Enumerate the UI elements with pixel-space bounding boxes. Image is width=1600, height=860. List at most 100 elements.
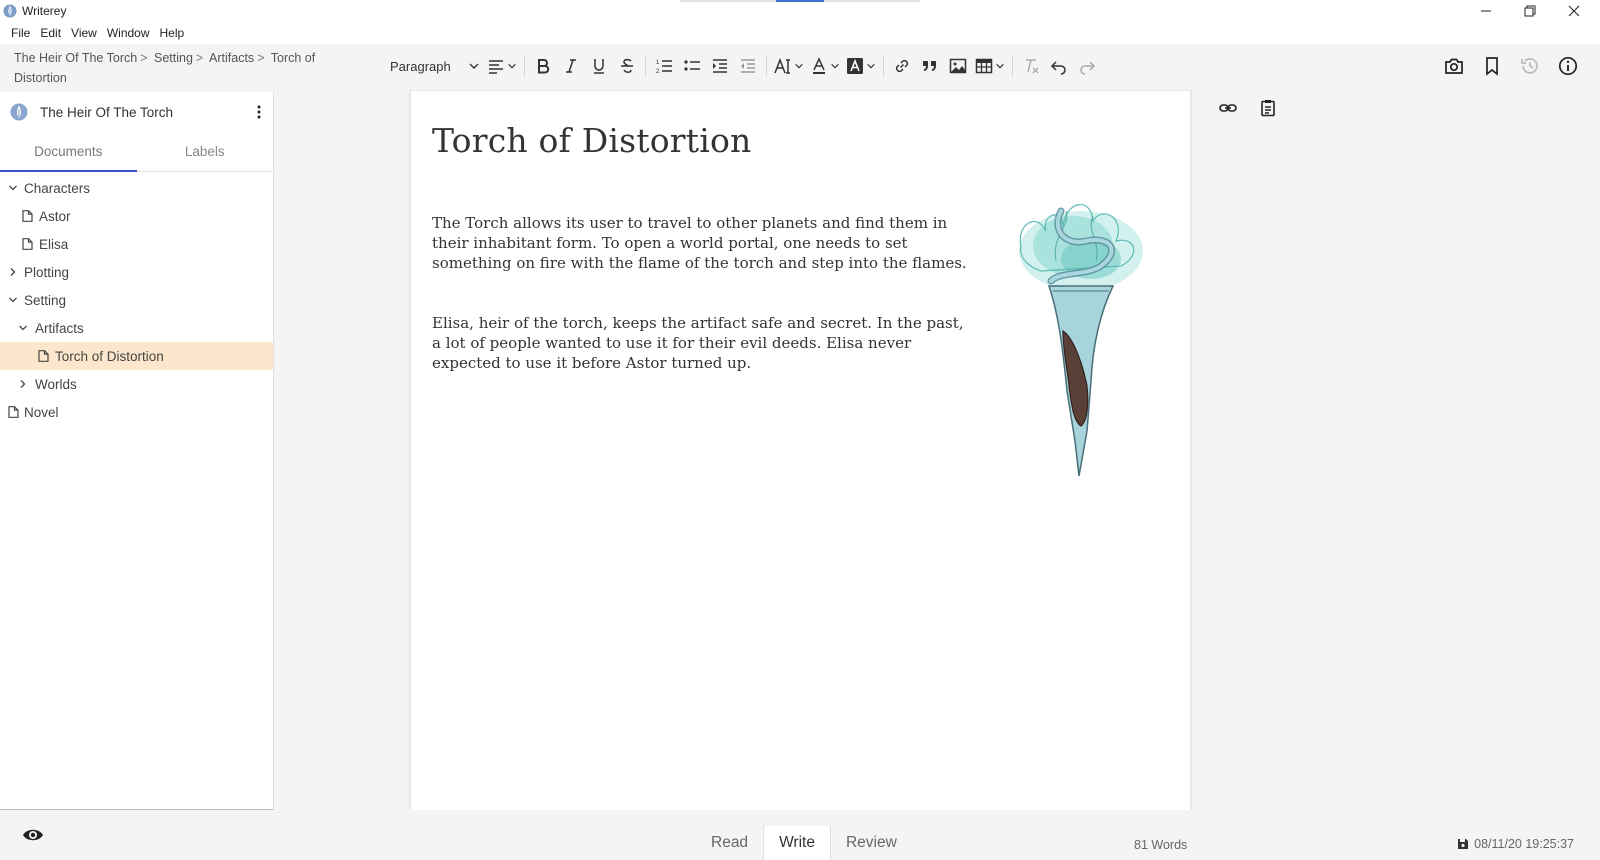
tree-item-label: Novel: [24, 404, 59, 420]
align-icon: [489, 60, 503, 74]
clear-format-icon: [1026, 59, 1039, 74]
app-logo-icon: [3, 4, 17, 18]
tab-labels[interactable]: Labels: [137, 132, 274, 171]
mode-tab-write[interactable]: Write: [763, 826, 831, 860]
menu-help[interactable]: Help: [155, 26, 190, 40]
link-icon: [895, 59, 909, 73]
image-icon: [949, 58, 967, 74]
header: The Heir Of The Torch > Setting > Artifact…: [0, 44, 1600, 90]
image-button[interactable]: [944, 52, 972, 80]
tree-item-label: Torch of Distortion: [55, 348, 164, 364]
project-menu-button[interactable]: [245, 98, 273, 126]
tree-folder-artifacts[interactable]: Artifacts: [0, 314, 273, 342]
chevron-down-icon: [831, 63, 839, 69]
tab-documents[interactable]: Documents: [0, 132, 137, 172]
menu-window[interactable]: Window: [102, 26, 155, 40]
close-icon: [1568, 5, 1580, 17]
bookmark-button[interactable]: [1478, 52, 1506, 80]
tree-doc-torch-of-distortion[interactable]: Torch of Distortion: [0, 342, 273, 370]
table-button[interactable]: [972, 52, 1008, 80]
tree-folder-plotting[interactable]: Plotting: [0, 258, 273, 286]
editor-page[interactable]: Torch of Distortion The Torch allows its…: [410, 90, 1191, 816]
history-button[interactable]: [1516, 52, 1544, 80]
strikethrough-button[interactable]: [613, 52, 641, 80]
saved-timestamp: 08/11/20 19:25:37: [1474, 837, 1574, 851]
breadcrumb: The Heir Of The Torch > Setting > Artifact…: [14, 48, 354, 88]
mode-tab-review[interactable]: Review: [831, 826, 912, 860]
chevron-right-icon[interactable]: [16, 377, 30, 391]
chevron-down-icon: [469, 63, 479, 69]
close-button[interactable]: [1552, 0, 1596, 22]
loading-strip: [680, 0, 920, 2]
link-icon: [1219, 104, 1237, 112]
breadcrumb-project[interactable]: The Heir Of The Torch: [14, 51, 137, 65]
minimize-button[interactable]: [1464, 0, 1508, 22]
font-color-button[interactable]: [807, 52, 843, 80]
outdent-button[interactable]: [734, 52, 762, 80]
tree-folder-worlds[interactable]: Worlds: [0, 370, 273, 398]
tree-folder-setting[interactable]: Setting: [0, 286, 273, 314]
paragraph-style-select[interactable]: Paragraph: [384, 52, 484, 80]
document-paragraph[interactable]: The Torch allows its user to travel to o…: [432, 213, 972, 273]
document-paragraph[interactable]: Elisa, heir of the torch, keeps the arti…: [432, 313, 972, 373]
indent-button[interactable]: [706, 52, 734, 80]
highlight-icon: [847, 58, 863, 74]
torch-illustration[interactable]: [1001, 191, 1161, 481]
breadcrumb-setting[interactable]: Setting: [154, 51, 193, 65]
tree-folder-characters[interactable]: Characters: [0, 174, 273, 202]
tree-doc-elisa[interactable]: Elisa: [0, 230, 273, 258]
bullet-list-button[interactable]: [678, 52, 706, 80]
chevron-down-icon[interactable]: [6, 181, 20, 195]
camera-icon: [1445, 58, 1463, 74]
menu-file[interactable]: File: [6, 26, 35, 40]
toolbar-divider: [766, 56, 767, 76]
editor-side-tools: [1214, 94, 1282, 122]
bullet-list-icon: [684, 60, 700, 71]
document-icon: [6, 405, 20, 419]
menu-edit[interactable]: Edit: [35, 26, 66, 40]
tree-doc-astor[interactable]: Astor: [0, 202, 273, 230]
notes-button[interactable]: [1254, 94, 1282, 122]
project-name: The Heir Of The Torch: [40, 104, 174, 120]
paragraph-style-value: Paragraph: [390, 58, 451, 74]
chevron-down-icon[interactable]: [16, 321, 30, 335]
chevron-right-icon[interactable]: [6, 265, 20, 279]
quote-button[interactable]: [916, 52, 944, 80]
underline-icon: [594, 59, 604, 74]
toolbar-divider: [883, 56, 884, 76]
info-button[interactable]: [1554, 52, 1582, 80]
indent-icon: [713, 59, 727, 73]
link-document-button[interactable]: [1214, 94, 1242, 122]
breadcrumb-separator: >: [257, 51, 265, 65]
redo-button[interactable]: [1073, 52, 1101, 80]
mode-tab-read[interactable]: Read: [696, 826, 763, 860]
font-size-button[interactable]: [771, 52, 807, 80]
breadcrumb-artifacts[interactable]: Artifacts: [209, 51, 254, 65]
history-icon: [1521, 58, 1538, 74]
tree-item-label: Setting: [24, 292, 67, 308]
breadcrumb-separator: >: [195, 51, 204, 65]
highlight-button[interactable]: [843, 52, 879, 80]
tree-item-label: Artifacts: [35, 320, 84, 336]
document-title[interactable]: Torch of Distortion: [432, 121, 751, 160]
sidebar: The Heir Of The Torch Documents Labels C…: [0, 92, 274, 810]
italic-button[interactable]: [557, 52, 585, 80]
word-count: 81 Words: [1134, 838, 1188, 852]
minimize-icon: [1481, 10, 1491, 12]
underline-button[interactable]: [585, 52, 613, 80]
tree-doc-novel[interactable]: Novel: [0, 398, 273, 426]
bold-button[interactable]: [529, 52, 557, 80]
link-button[interactable]: [888, 52, 916, 80]
chevron-down-icon[interactable]: [6, 293, 20, 307]
ordered-list-button[interactable]: 12: [650, 52, 678, 80]
ordered-list-icon: 12: [656, 60, 672, 75]
clipboard-icon: [1261, 100, 1275, 117]
align-button[interactable]: [484, 52, 520, 80]
clear-format-button[interactable]: [1017, 52, 1045, 80]
eye-icon[interactable]: [22, 824, 44, 846]
menu-view[interactable]: View: [66, 26, 102, 40]
restore-button[interactable]: [1508, 0, 1552, 22]
right-tools: [1440, 52, 1582, 80]
undo-button[interactable]: [1045, 52, 1073, 80]
snapshot-button[interactable]: [1440, 52, 1468, 80]
